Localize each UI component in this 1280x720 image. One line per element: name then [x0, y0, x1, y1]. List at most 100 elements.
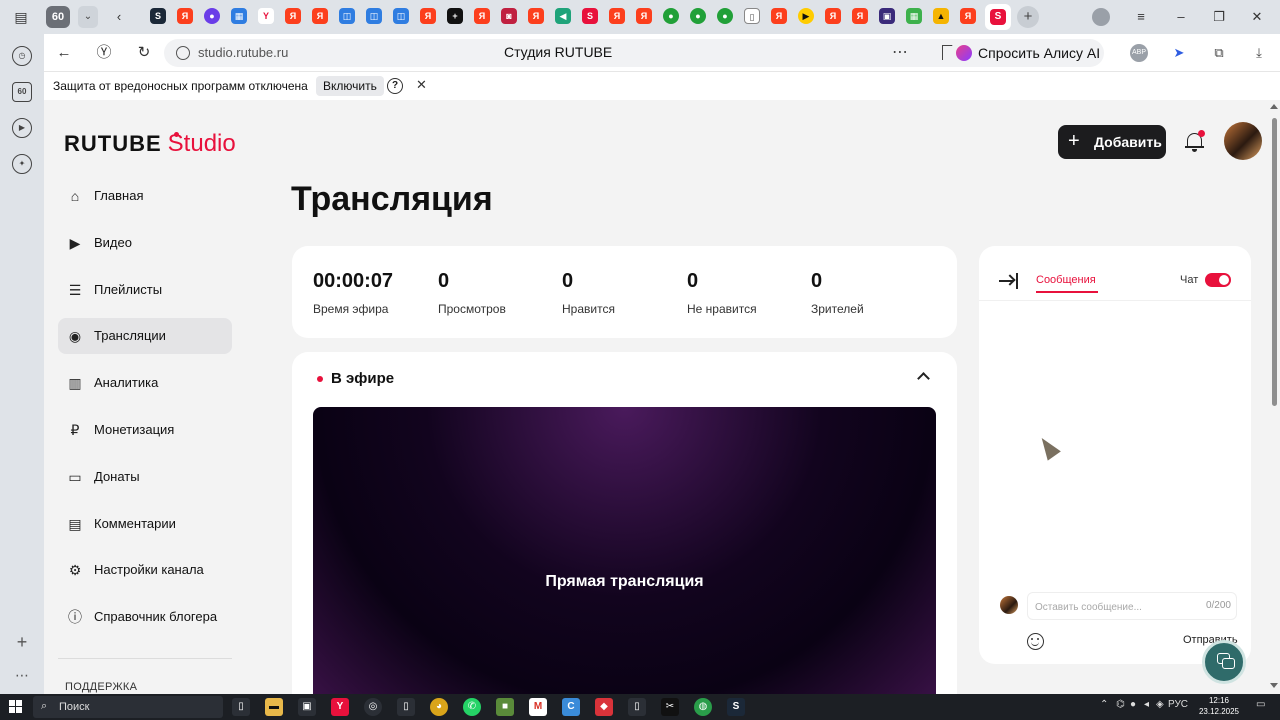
yandex-home-icon[interactable]: Ⓨ: [94, 43, 114, 63]
tab-purple-icon[interactable]: ●: [204, 8, 220, 24]
tab-blue-square-icon[interactable]: ◫: [366, 8, 382, 24]
tab-blue-square-icon[interactable]: ◫: [339, 8, 355, 24]
taskbar-search[interactable]: ⌕ Поиск: [33, 696, 223, 718]
taskbar-gmail-icon[interactable]: M: [529, 698, 547, 716]
site-security-icon[interactable]: [176, 46, 190, 60]
window-restore-icon[interactable]: ❐: [1210, 8, 1228, 26]
window-minimize-icon[interactable]: –: [1172, 8, 1190, 26]
sidebar-item-wallet[interactable]: ▭ Донаты: [58, 459, 232, 495]
tab-yandex-browser-icon[interactable]: Y: [258, 8, 274, 24]
windows-start-icon[interactable]: [9, 700, 22, 713]
taskbar-minecraft-icon[interactable]: ■: [496, 698, 514, 716]
tab-blue-square-icon[interactable]: ◫: [393, 8, 409, 24]
support-chat-button[interactable]: [1202, 640, 1246, 684]
more-icon[interactable]: ⋯: [892, 42, 909, 62]
tab-green-icon[interactable]: ●: [663, 8, 679, 24]
sidebar-item-video[interactable]: ▶ Видео: [58, 225, 232, 261]
adblock-extension-icon[interactable]: ABP: [1130, 44, 1148, 62]
tab-counter[interactable]: 60: [46, 6, 70, 28]
taskbar-globe-icon[interactable]: ◍: [694, 698, 712, 716]
notifications-bell-icon[interactable]: [1184, 130, 1206, 154]
tab-scroll-left-icon[interactable]: ‹: [110, 8, 128, 26]
enable-protection-button[interactable]: Включить: [316, 76, 384, 96]
tab-yandex-icon[interactable]: Я: [420, 8, 436, 24]
sidebar-item-playlist[interactable]: ☰ Плейлисты: [58, 272, 232, 308]
extension-arrow-icon[interactable]: ➤: [1170, 44, 1188, 62]
tab-yandex-icon[interactable]: Я: [528, 8, 544, 24]
tab-yandex-icon[interactable]: Я: [474, 8, 490, 24]
sidebar-item-analytics[interactable]: ▥ Аналитика: [58, 365, 232, 401]
taskbar-file-icon[interactable]: ▯: [628, 698, 646, 716]
taskbar-clock[interactable]: 12:16 23.12.2025: [1196, 695, 1242, 717]
taskbar-app-icon[interactable]: ▣: [298, 698, 316, 716]
page-scrollbar[interactable]: [1268, 100, 1280, 694]
tab-yandex-icon[interactable]: Я: [609, 8, 625, 24]
taskbar-steam-icon[interactable]: S: [727, 698, 745, 716]
tab-yandex-icon[interactable]: Я: [771, 8, 787, 24]
tab-plus-icon[interactable]: +: [447, 8, 463, 24]
tab-counter-rail-icon[interactable]: 60: [12, 82, 32, 102]
sidebar-item-gear[interactable]: ⚙ Настройки канала: [58, 552, 232, 588]
sidebar-item-broadcast[interactable]: ◉ Трансляции: [58, 318, 232, 355]
taskbar-explorer-icon[interactable]: ▬: [265, 698, 283, 716]
taskbar-file-icon[interactable]: ▯: [397, 698, 415, 716]
back-icon[interactable]: ←: [54, 43, 74, 63]
url-field[interactable]: studio.rutube.ru Студия RUTUBE ⋯: [164, 39, 984, 67]
tab-yandex-icon[interactable]: Я: [285, 8, 301, 24]
window-menu-icon[interactable]: ≡: [1132, 8, 1150, 26]
tab-yandex-icon[interactable]: Я: [312, 8, 328, 24]
tab-yandex-icon[interactable]: Я: [636, 8, 652, 24]
taskbar-yandex-browser-icon[interactable]: Y: [331, 698, 349, 716]
message-input[interactable]: [1035, 599, 1185, 615]
taskbar-chrome-icon[interactable]: ◕: [430, 698, 448, 716]
download-icon[interactable]: ⤓: [1250, 44, 1268, 62]
ask-alice-button[interactable]: Спросить Алису AI: [950, 39, 1104, 67]
tab-grid-icon[interactable]: ▦: [231, 8, 247, 24]
taskbar-whatsapp-icon[interactable]: ✆: [463, 698, 481, 716]
chevron-up-icon[interactable]: [916, 370, 930, 384]
tab-app-icon[interactable]: ▣: [879, 8, 895, 24]
rutube-studio-logo[interactable]: RUTUBE Studio: [64, 130, 236, 157]
tab-green-icon[interactable]: ●: [690, 8, 706, 24]
sidebar-item-comment[interactable]: ▤ Комментарии: [58, 506, 232, 542]
taskbar-capcut-icon[interactable]: ✂: [661, 698, 679, 716]
user-avatar[interactable]: [1224, 122, 1262, 160]
new-tab-button[interactable]: +: [1017, 6, 1039, 28]
taskbar-obs-icon[interactable]: ◎: [364, 698, 382, 716]
play-icon[interactable]: ▶: [12, 118, 32, 138]
history-icon[interactable]: ◷: [12, 46, 32, 66]
chat-toggle[interactable]: [1205, 273, 1231, 287]
tab-yandex-icon[interactable]: Я: [852, 8, 868, 24]
message-input-box[interactable]: 0/200: [1027, 592, 1237, 620]
tab-gamepad-icon[interactable]: ◙: [501, 8, 517, 24]
tab-arrow-icon[interactable]: ◀: [555, 8, 571, 24]
tray-chevron-icon[interactable]: ⌃: [1100, 699, 1108, 710]
tab-green-icon[interactable]: ●: [717, 8, 733, 24]
sidebar-item-home[interactable]: ⌂ Главная: [58, 178, 232, 214]
tabs-menu-icon[interactable]: ▤: [12, 9, 30, 25]
tray-mic-icon[interactable]: ●: [1130, 699, 1136, 710]
collections-icon[interactable]: ⧉: [1210, 44, 1228, 62]
sidebar-item-ruble[interactable]: ₽ Монетизация: [58, 412, 232, 448]
tab-list-dropdown[interactable]: ⌄: [78, 6, 98, 28]
tray-network-icon[interactable]: ⌬: [1116, 699, 1125, 710]
tab-yandex-icon[interactable]: Я: [960, 8, 976, 24]
tab-play-icon[interactable]: ▶: [798, 8, 814, 24]
rail-more-icon[interactable]: ⋯: [12, 668, 32, 684]
sidebar-item-info[interactable]: ⓘ Справочник блогера: [58, 599, 232, 635]
rail-add-icon[interactable]: +: [12, 632, 32, 652]
stream-player[interactable]: Прямая трансляция: [313, 407, 936, 694]
tab-messages[interactable]: Сообщения: [1036, 274, 1096, 286]
tab-document-icon[interactable]: ▯: [744, 8, 760, 24]
collapse-panel-icon[interactable]: [999, 273, 1019, 289]
reload-icon[interactable]: ↻: [134, 43, 154, 63]
tab-green-box-icon[interactable]: ▦: [906, 8, 922, 24]
help-icon[interactable]: ?: [387, 78, 403, 94]
tab-yandex-icon[interactable]: Я: [177, 8, 193, 24]
profile-icon[interactable]: [1092, 8, 1110, 26]
taskbar-app-c-icon[interactable]: C: [562, 698, 580, 716]
tray-shield-icon[interactable]: ◈: [1156, 699, 1164, 710]
notification-center-icon[interactable]: ▭: [1256, 699, 1265, 710]
tab-image-icon[interactable]: ▲: [933, 8, 949, 24]
tab-yandex-icon[interactable]: Я: [825, 8, 841, 24]
